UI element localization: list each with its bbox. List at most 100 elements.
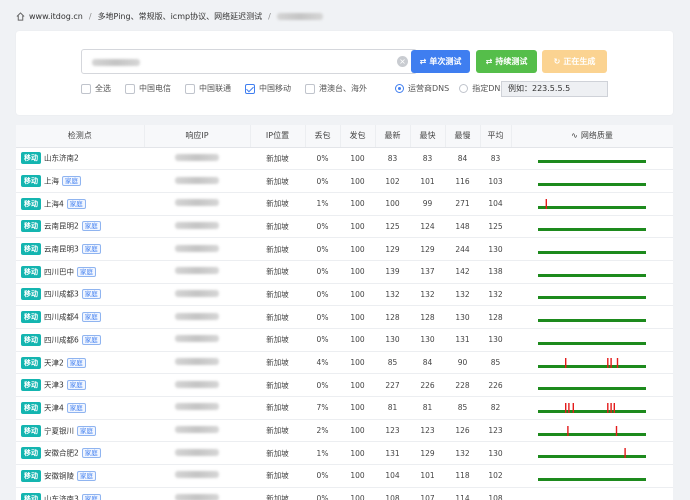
checkbox[interactable] [305, 83, 315, 94]
home-icon[interactable] [16, 11, 25, 21]
ip-redacted [175, 426, 219, 434]
isp-tag: 移动 [21, 197, 41, 210]
node-name: 山东济南2 [44, 153, 79, 163]
table-row[interactable]: 移动 天津4 家庭 新加坡 7% 100 81 81 85 82 [16, 396, 673, 420]
filter-select-all[interactable]: 全选 [81, 83, 111, 94]
sent-cell: 100 [340, 215, 375, 239]
table-row[interactable]: 移动 四川成都3 家庭 新加坡 0% 100 132 132 132 132 [16, 283, 673, 307]
radio[interactable] [459, 84, 469, 93]
home-tag: 家庭 [77, 266, 96, 277]
checkbox[interactable] [185, 83, 195, 94]
checkbox[interactable] [125, 83, 135, 94]
table-row[interactable]: 移动 山东济南3 家庭 新加坡 0% 100 108 107 114 108 [16, 487, 673, 500]
table-row[interactable]: 移动 天津3 家庭 新加坡 0% 100 227 226 228 226 [16, 373, 673, 398]
isp-tag: 移动 [21, 447, 41, 460]
table-row[interactable]: 移动 宁夏银川 家庭 新加坡 2% 100 123 123 126 123 [16, 419, 673, 443]
fastest-cell: 107 [410, 487, 445, 500]
packet-loss-spike [565, 357, 567, 368]
breadcrumb-ping-link[interactable]: 多地Ping、常规版、icmp协议、网络延迟测试 [98, 11, 263, 22]
node-name: 山东济南3 [44, 494, 79, 500]
slowest-cell: 84 [445, 147, 480, 171]
col-header-sent: 发包 [340, 125, 376, 148]
table-row[interactable]: 移动 安徽合肥2 家庭 新加坡 1% 100 131 129 132 130 [16, 441, 673, 466]
radio-selected[interactable] [395, 84, 404, 93]
results-table: 检测点 响应IP IP位置 丢包 发包 最新 最快 最慢 平均 ∿ 网络质量 移动… [16, 125, 673, 500]
sent-cell: 100 [340, 487, 375, 500]
node-cell: 移动 上海 家庭 [16, 169, 144, 193]
filter-mobile[interactable]: 中国移动 [245, 83, 291, 94]
dns-operator-option[interactable]: 运营商DNS [395, 83, 449, 94]
target-input[interactable]: × [81, 49, 417, 74]
slowest-cell: 118 [445, 464, 480, 488]
continuous-test-button[interactable]: ⇄ 持续测试 [476, 50, 537, 73]
node-name: 云南昆明2 [44, 221, 79, 231]
quality-cell [511, 487, 673, 500]
table-row[interactable]: 移动 安徽铜陵 家庭 新加坡 0% 100 104 101 118 102 [16, 464, 673, 488]
isp-tag: 移动 [21, 469, 41, 482]
average-cell: 102 [480, 464, 511, 488]
ip-redacted [175, 176, 219, 184]
home-tag: 家庭 [81, 334, 101, 345]
filter-telecom[interactable]: 中国电信 [125, 83, 171, 94]
checkbox[interactable] [81, 83, 91, 94]
fastest-cell: 81 [410, 396, 445, 420]
table-row[interactable]: 移动 云南昆明2 家庭 新加坡 0% 100 125 124 148 125 [16, 215, 673, 239]
quality-cell [511, 215, 673, 239]
table-row[interactable]: 移动 天津2 家庭 新加坡 4% 100 85 84 90 85 [16, 351, 673, 375]
ip-cell [144, 260, 250, 284]
node-name: 天津4 [44, 403, 64, 413]
node-cell: 移动 宁夏银川 家庭 [16, 419, 144, 443]
location-cell: 新加坡 [250, 464, 305, 488]
clear-icon[interactable]: × [397, 56, 408, 67]
table-row[interactable]: 移动 四川成都6 家庭 新加坡 0% 100 130 130 131 130 [16, 328, 673, 352]
packet-loss-spike [616, 357, 619, 368]
ip-cell [144, 215, 250, 239]
table-row[interactable]: 移动 上海 家庭 新加坡 0% 100 102 101 116 103 [16, 169, 673, 193]
slowest-cell: 271 [445, 192, 480, 216]
location-cell: 新加坡 [250, 351, 305, 375]
sent-cell: 100 [340, 260, 375, 284]
fastest-cell: 128 [410, 305, 445, 329]
single-test-button[interactable]: ⇄ 单次测试 [411, 50, 470, 73]
node-cell: 移动 上海4 家庭 [16, 192, 144, 216]
table-row[interactable]: 移动 上海4 家庭 新加坡 1% 100 100 99 271 104 [16, 192, 673, 216]
ip-cell [144, 419, 250, 443]
table-row[interactable]: 移动 四川成都4 家庭 新加坡 0% 100 128 128 130 128 [16, 305, 673, 329]
packet-loss-spike [615, 425, 618, 436]
checkbox-checked[interactable] [245, 83, 255, 94]
loading-icon: ↻ [553, 57, 561, 66]
breadcrumb-home-link[interactable]: www.itdog.cn [29, 12, 83, 21]
latest-cell: 139 [375, 260, 410, 284]
quality-baseline [538, 477, 646, 481]
slowest-cell: 126 [445, 419, 480, 443]
latest-cell: 128 [375, 305, 410, 329]
ip-redacted [175, 380, 219, 388]
filter-overseas[interactable]: 港澳台、海外 [305, 83, 367, 94]
node-name: 上海 [44, 176, 59, 186]
fastest-cell: 129 [410, 237, 445, 261]
average-cell: 103 [480, 169, 511, 193]
ip-cell [144, 441, 250, 466]
dns-input[interactable]: 例如：223.5.5.5 [501, 81, 608, 97]
latest-cell: 131 [375, 441, 410, 466]
packet-loss-spike [624, 448, 626, 459]
table-row[interactable]: 移动 云南昆明3 家庭 新加坡 0% 100 129 129 244 130 [16, 237, 673, 261]
quality-cell [511, 419, 673, 443]
quality-baseline [538, 341, 646, 345]
target-value-redacted [92, 59, 140, 66]
quality-sparkline [538, 319, 646, 323]
latest-cell: 104 [375, 464, 410, 488]
filter-unicom[interactable]: 中国联通 [185, 83, 231, 94]
node-name: 云南昆明3 [44, 244, 79, 254]
isp-tag: 移动 [21, 243, 41, 256]
sent-cell: 100 [340, 351, 375, 375]
table-row[interactable]: 移动 山东济南2 新加坡 0% 100 83 83 84 83 [16, 147, 673, 171]
generating-button[interactable]: ↻ 正在生成 [542, 50, 607, 73]
ip-redacted [175, 448, 219, 456]
ip-cell [144, 351, 250, 375]
quality-baseline [538, 409, 646, 413]
quality-baseline [538, 228, 646, 232]
location-cell: 新加坡 [250, 487, 305, 500]
table-row[interactable]: 移动 四川巴中 家庭 新加坡 0% 100 139 137 142 138 [16, 260, 673, 284]
quality-baseline [538, 251, 646, 255]
